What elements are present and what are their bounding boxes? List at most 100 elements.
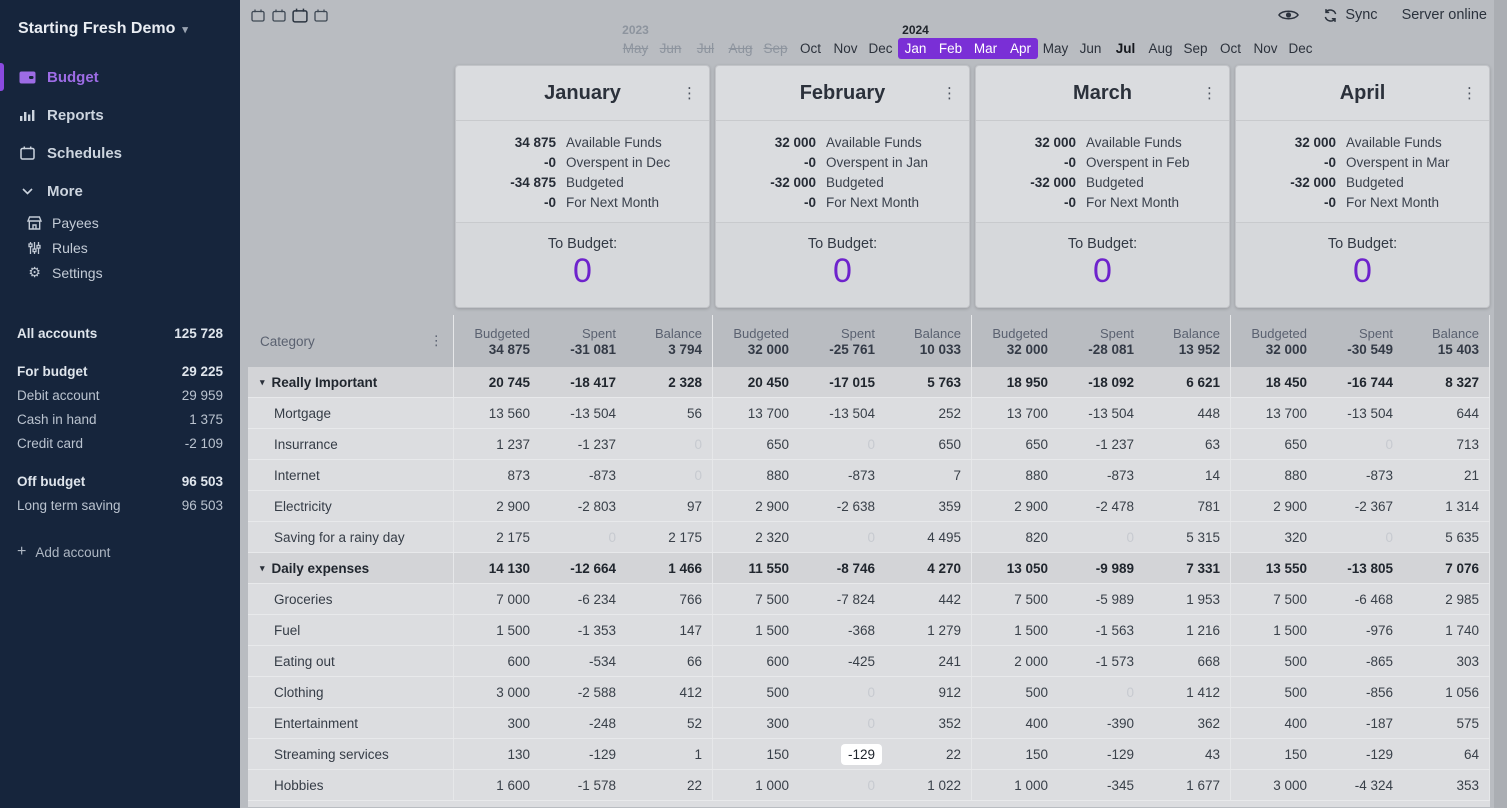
spent-cell[interactable]: 0 [799, 708, 885, 738]
sidebar-item-schedules[interactable]: Schedules [0, 134, 240, 172]
budgeted-cell[interactable]: 1 600 [454, 770, 540, 800]
sidebar-account-debit-account[interactable]: Debit account29 959 [0, 383, 240, 407]
kebab-menu-icon[interactable]: ⋮ [942, 84, 957, 102]
kebab-menu-icon[interactable]: ⋮ [430, 333, 444, 349]
budgeted-cell[interactable]: 2 900 [713, 491, 799, 521]
balance-cell[interactable]: 252 [885, 398, 971, 428]
balance-cell[interactable]: 1 022 [885, 770, 971, 800]
budgeted-cell[interactable]: 300 [454, 708, 540, 738]
spent-cell[interactable]: -1 237 [1058, 429, 1144, 459]
category-name-cell[interactable]: Clothing [248, 677, 454, 707]
spent-cell[interactable]: -5 989 [1058, 584, 1144, 614]
month-count-button-4[interactable] [313, 8, 329, 23]
spent-cell[interactable]: -248 [540, 708, 626, 738]
spent-cell[interactable]: -1 353 [540, 615, 626, 645]
spent-cell[interactable]: 0 [1058, 677, 1144, 707]
balance-cell[interactable]: 1 953 [1144, 584, 1230, 614]
timeline-month-nov[interactable]: Nov [828, 22, 863, 59]
budgeted-cell[interactable]: 650 [1231, 429, 1317, 459]
spent-header-cell[interactable]: Spent-28 081 [1058, 315, 1144, 367]
spent-cell[interactable]: -1 563 [1058, 615, 1144, 645]
balance-cell[interactable]: 97 [626, 491, 712, 521]
spent-cell[interactable]: -2 638 [799, 491, 885, 521]
budgeted-header-cell[interactable]: Budgeted32 000 [713, 315, 799, 367]
spent-cell[interactable]: -2 588 [540, 677, 626, 707]
balance-cell[interactable]: 8 327 [1403, 367, 1489, 397]
balance-cell[interactable]: 52 [626, 708, 712, 738]
balance-cell[interactable]: 7 076 [1403, 553, 1489, 583]
balance-cell[interactable]: 66 [626, 646, 712, 676]
timeline-month-jan-2024[interactable]: 2024Jan [898, 22, 933, 59]
spent-cell[interactable]: -129 [1317, 739, 1403, 769]
balance-cell[interactable]: 7 [885, 460, 971, 490]
balance-cell[interactable]: 1 314 [1403, 491, 1489, 521]
balance-cell[interactable]: 5 635 [1403, 522, 1489, 552]
to-budget-value[interactable]: 0 [716, 253, 969, 290]
category-name-cell[interactable]: ▾Really Important [248, 367, 454, 397]
balance-header-cell[interactable]: Balance15 403 [1403, 315, 1489, 367]
timeline-month-jun[interactable]: Jun [1073, 22, 1108, 59]
budgeted-cell[interactable]: 500 [1231, 646, 1317, 676]
spent-cell[interactable]: -368 [799, 615, 885, 645]
budgeted-cell[interactable]: 3 000 [1231, 770, 1317, 800]
balance-cell[interactable]: 644 [1403, 398, 1489, 428]
server-status-button[interactable]: Server online [1402, 7, 1487, 23]
budgeted-cell[interactable]: 2 900 [1231, 491, 1317, 521]
category-name-cell[interactable]: Mortgage [248, 398, 454, 428]
budgeted-cell[interactable]: 7 000 [454, 584, 540, 614]
balance-cell[interactable]: 668 [1144, 646, 1230, 676]
budgeted-cell[interactable]: 820 [972, 522, 1058, 552]
budgeted-header-cell[interactable]: Budgeted32 000 [972, 315, 1058, 367]
spent-cell[interactable]: -129 [799, 739, 885, 769]
spent-cell[interactable]: -6 468 [1317, 584, 1403, 614]
budgeted-cell[interactable]: 2 900 [972, 491, 1058, 521]
budgeted-cell[interactable]: 20 450 [713, 367, 799, 397]
spent-cell[interactable]: 0 [799, 677, 885, 707]
spent-cell[interactable]: -534 [540, 646, 626, 676]
budgeted-cell[interactable]: 2 175 [454, 522, 540, 552]
balance-header-cell[interactable]: Balance10 033 [885, 315, 971, 367]
budgeted-cell[interactable]: 1 500 [1231, 615, 1317, 645]
spent-cell[interactable]: -13 504 [1317, 398, 1403, 428]
balance-cell[interactable]: 362 [1144, 708, 1230, 738]
spent-cell[interactable]: -17 015 [799, 367, 885, 397]
budgeted-cell[interactable]: 2 000 [972, 646, 1058, 676]
timeline-month-jun[interactable]: Jun [653, 22, 688, 59]
spent-cell[interactable]: -13 504 [799, 398, 885, 428]
spent-cell[interactable]: 0 [1317, 429, 1403, 459]
balance-cell[interactable]: 1 279 [885, 615, 971, 645]
sidebar-item-rules[interactable]: Rules [0, 235, 240, 260]
balance-cell[interactable]: 2 328 [626, 367, 712, 397]
sync-button[interactable]: Sync [1323, 7, 1377, 23]
balance-cell[interactable]: 359 [885, 491, 971, 521]
sidebar-more-toggle[interactable]: More [0, 172, 240, 210]
category-name-cell[interactable]: Insurrance [248, 429, 454, 459]
budgeted-cell[interactable]: 13 550 [1231, 553, 1317, 583]
balance-cell[interactable]: 912 [885, 677, 971, 707]
budgeted-cell[interactable]: 320 [1231, 522, 1317, 552]
budgeted-header-cell[interactable]: Budgeted32 000 [1231, 315, 1317, 367]
spent-cell[interactable]: 0 [1317, 522, 1403, 552]
spent-header-cell[interactable]: Spent-30 549 [1317, 315, 1403, 367]
timeline-month-feb[interactable]: Feb [933, 22, 968, 59]
spent-cell[interactable]: -390 [1058, 708, 1144, 738]
budgeted-cell[interactable]: 13 050 [972, 553, 1058, 583]
balance-cell[interactable]: 412 [626, 677, 712, 707]
balance-cell[interactable]: 713 [1403, 429, 1489, 459]
spent-cell[interactable]: -8 746 [799, 553, 885, 583]
kebab-menu-icon[interactable]: ⋮ [1462, 84, 1477, 102]
category-name-cell[interactable]: Entertainment [248, 708, 454, 738]
budgeted-header-cell[interactable]: Budgeted34 875 [454, 315, 540, 367]
balance-cell[interactable]: 22 [885, 739, 971, 769]
spent-cell[interactable]: 0 [1058, 522, 1144, 552]
balance-cell[interactable]: 0 [626, 460, 712, 490]
spent-cell[interactable]: -9 989 [1058, 553, 1144, 583]
balance-cell[interactable]: 1 [626, 739, 712, 769]
spent-cell[interactable]: -16 744 [1317, 367, 1403, 397]
spent-cell[interactable]: -129 [540, 739, 626, 769]
balance-cell[interactable]: 2 175 [626, 522, 712, 552]
budgeted-cell[interactable]: 880 [1231, 460, 1317, 490]
budget-file-menu[interactable]: Starting Fresh Demo ▾ [0, 0, 240, 52]
budgeted-cell[interactable]: 1 000 [713, 770, 799, 800]
timeline-month-may[interactable]: May [1038, 22, 1073, 59]
